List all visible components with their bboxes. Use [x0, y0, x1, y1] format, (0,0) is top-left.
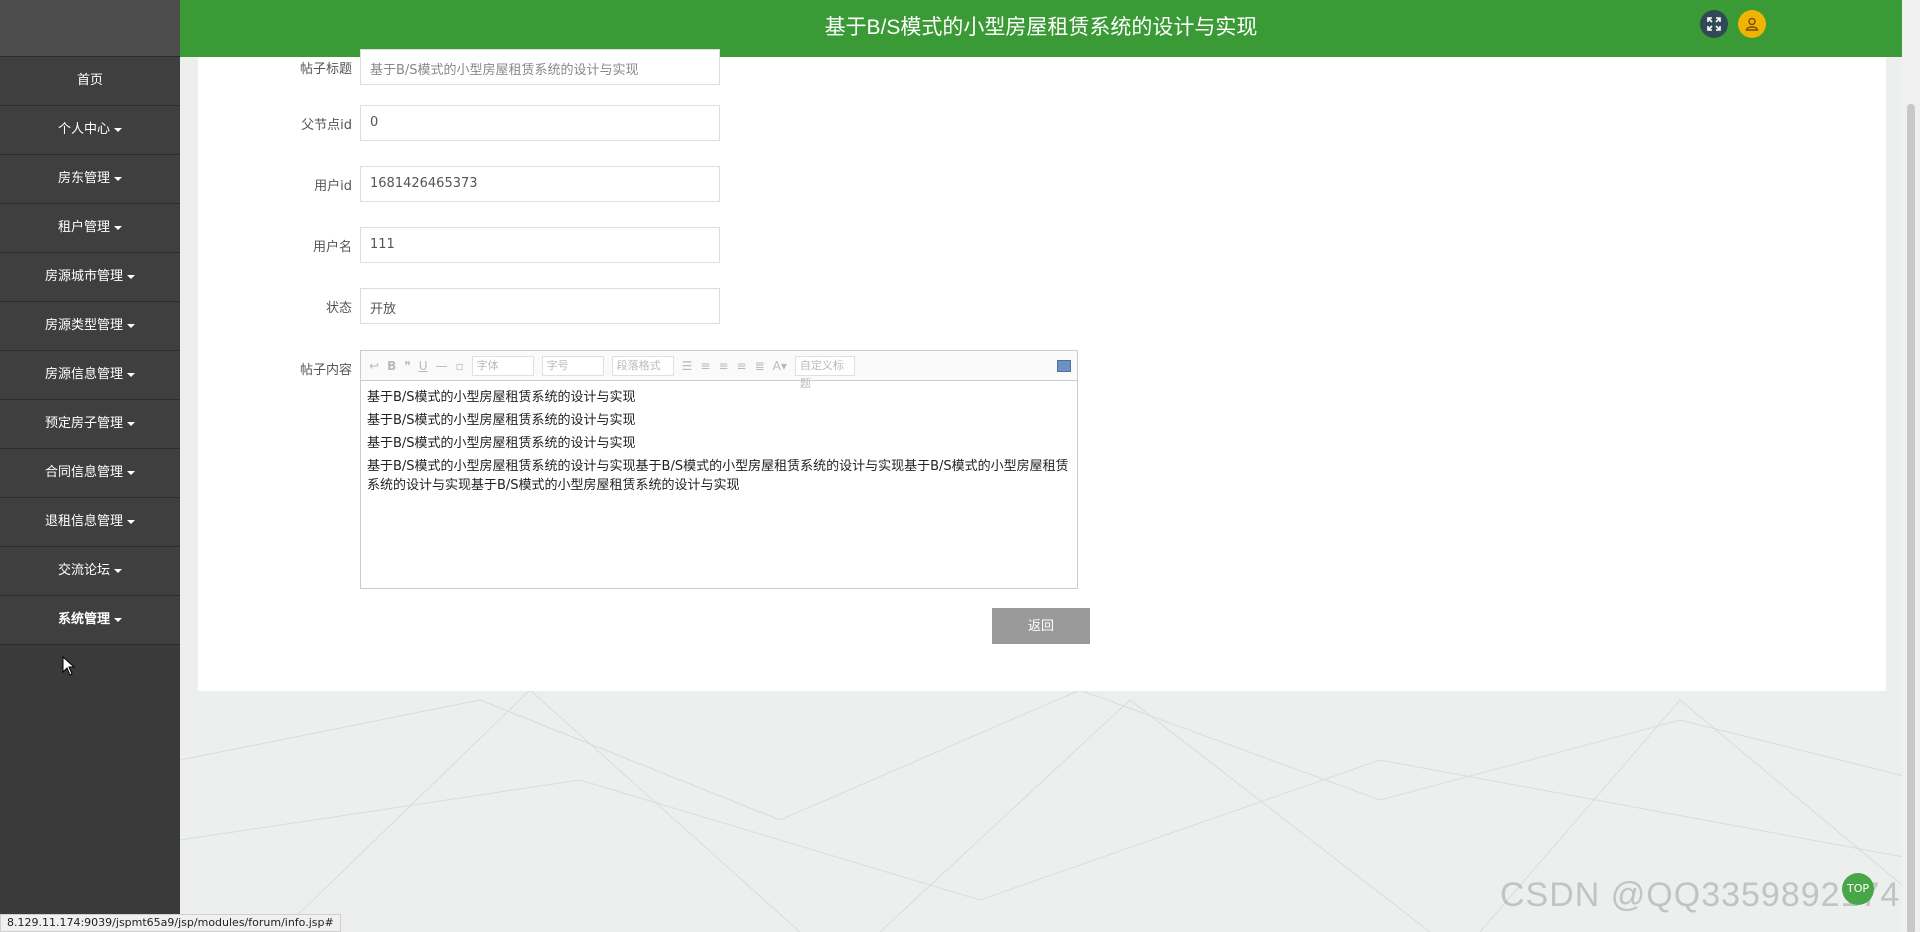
eraser-icon[interactable]: ▫: [455, 359, 463, 373]
watermark: CSDN @QQ3359892174: [1500, 876, 1901, 914]
sidebar-item-house-type[interactable]: 房源类型管理: [0, 302, 180, 351]
sidebar-item-label: 首页: [76, 73, 103, 88]
post-title-row: 帖子标题 基于B/S模式的小型房屋租赁系统的设计与实现: [198, 49, 1198, 85]
sidebar-logo-area: [0, 0, 180, 57]
horizontal-line-icon[interactable]: —: [435, 359, 447, 373]
bold-icon[interactable]: B: [387, 359, 396, 373]
username-label: 用户名: [312, 240, 352, 255]
sidebar: 首页 个人中心 房东管理 租户管理 房源城市管理 房源类型管理 房源信息管理 预…: [0, 0, 180, 932]
font-family-select[interactable]: 字体: [471, 355, 534, 376]
user-id-label: 用户id: [314, 179, 352, 194]
font-size-select[interactable]: 字号: [541, 355, 604, 376]
sidebar-item-system[interactable]: 系统管理: [0, 596, 180, 645]
source-code-icon[interactable]: ↩: [369, 359, 379, 373]
sidebar-item-label: 交流论坛: [57, 563, 110, 578]
fullscreen-editor-icon[interactable]: [1057, 359, 1071, 372]
align-right-icon[interactable]: ≡: [737, 359, 747, 373]
parent-id-field[interactable]: 0: [360, 105, 720, 141]
caret-down-icon: [127, 519, 135, 524]
user-avatar-button[interactable]: [1738, 10, 1766, 38]
username-row: 用户名 111: [198, 227, 1198, 263]
align-center-icon[interactable]: ≡: [718, 359, 728, 373]
sidebar-item-landlord[interactable]: 房东管理: [0, 155, 180, 204]
caret-down-icon: [114, 617, 122, 622]
sidebar-item-label: 个人中心: [57, 122, 110, 137]
sidebar-item-label: 房源信息管理: [44, 367, 123, 382]
parent-id-row: 父节点id 0: [198, 105, 1198, 141]
editor-toolbar: ↩ B ❞ U — ▫ 字体 字号 段落格式 ☰ ≡ ≡ ≡ ≣ A▾ 自定义标…: [361, 351, 1077, 390]
caret-down-icon: [114, 225, 122, 230]
sidebar-item-city[interactable]: 房源城市管理: [0, 253, 180, 302]
content-paragraph: 基于B/S模式的小型房屋租赁系统的设计与实现: [367, 436, 636, 451]
content-paragraph: 基于B/S模式的小型房屋租赁系统的设计与实现: [367, 413, 636, 428]
font-color-icon[interactable]: A▾: [773, 359, 787, 373]
caret-down-icon: [127, 470, 135, 475]
sidebar-item-home[interactable]: 首页: [0, 57, 180, 106]
sidebar-item-label: 退租信息管理: [44, 514, 123, 529]
sidebar-item-label: 房源城市管理: [44, 269, 123, 284]
caret-down-icon: [127, 421, 135, 426]
sidebar-item-contract[interactable]: 合同信息管理: [0, 449, 180, 498]
user-id-row: 用户id 1681426465373: [198, 166, 1198, 202]
sidebar-item-personal-center[interactable]: 个人中心: [0, 106, 180, 155]
sidebar-item-label: 预定房子管理: [44, 416, 123, 431]
scrollbar-thumb[interactable]: [1907, 104, 1915, 932]
content-paragraph: 基于B/S模式的小型房屋租赁系统的设计与实现基于B/S模式的小型房屋租赁系统的设…: [367, 459, 1069, 493]
rich-text-editor: ↩ B ❞ U — ▫ 字体 字号 段落格式 ☰ ≡ ≡ ≡ ≣ A▾ 自定义标…: [360, 350, 1078, 589]
caret-down-icon: [114, 568, 122, 573]
underline-icon[interactable]: U: [419, 359, 428, 373]
page-scrollbar[interactable]: [1902, 0, 1920, 932]
browser-status-bar: 8.129.11.174:9039/jspmt65a9/jsp/modules/…: [0, 914, 341, 932]
caret-down-icon: [114, 127, 122, 132]
user-icon: [1745, 17, 1759, 31]
back-to-top-button[interactable]: TOP: [1842, 873, 1874, 905]
parent-id-label: 父节点id: [301, 118, 352, 133]
sidebar-item-forum[interactable]: 交流论坛: [0, 547, 180, 596]
post-title-label: 帖子标题: [299, 62, 352, 77]
sidebar-item-house-info[interactable]: 房源信息管理: [0, 351, 180, 400]
sidebar-item-label: 合同信息管理: [44, 465, 123, 480]
sidebar-item-booking[interactable]: 预定房子管理: [0, 400, 180, 449]
sidebar-item-label: 房源类型管理: [44, 318, 123, 333]
align-left-icon[interactable]: ≡: [700, 359, 710, 373]
justify-icon[interactable]: ≣: [755, 359, 765, 373]
post-title-field[interactable]: 基于B/S模式的小型房屋租赁系统的设计与实现: [360, 49, 720, 85]
sidebar-item-tenant[interactable]: 租户管理: [0, 204, 180, 253]
caret-down-icon: [127, 323, 135, 328]
page-title: 基于B/S模式的小型房屋租赁系统的设计与实现: [824, 16, 1258, 39]
sidebar-item-label: 系统管理: [57, 612, 110, 627]
status-field[interactable]: 开放: [360, 288, 720, 324]
expand-arrows-icon: [1707, 17, 1721, 31]
username-field[interactable]: 111: [360, 227, 720, 263]
caret-down-icon: [127, 372, 135, 377]
status-row: 状态 开放: [198, 288, 1198, 324]
caret-down-icon: [114, 176, 122, 181]
sidebar-item-label: 房东管理: [57, 171, 110, 186]
paragraph-format-select[interactable]: 段落格式: [611, 355, 674, 376]
sidebar-item-label: 租户管理: [57, 220, 110, 235]
back-button[interactable]: 返回: [992, 608, 1090, 644]
user-id-field[interactable]: 1681426465373: [360, 166, 720, 202]
custom-title-select[interactable]: 自定义标题: [794, 355, 855, 390]
status-label: 状态: [325, 301, 352, 316]
mouse-cursor-icon: [62, 656, 76, 676]
quote-icon[interactable]: ❞: [404, 359, 410, 373]
content-paragraph: 基于B/S模式的小型房屋租赁系统的设计与实现: [367, 390, 636, 405]
list-icon[interactable]: ☰: [682, 359, 693, 373]
editor-content[interactable]: 基于B/S模式的小型房屋租赁系统的设计与实现 基于B/S模式的小型房屋租赁系统的…: [361, 381, 1077, 502]
post-content-label: 帖子内容: [299, 363, 352, 378]
caret-down-icon: [127, 274, 135, 279]
forum-post-detail-panel: 帖子标题 基于B/S模式的小型房屋租赁系统的设计与实现 父节点id 0 用户id…: [198, 49, 1886, 691]
sidebar-item-checkout[interactable]: 退租信息管理: [0, 498, 180, 547]
fullscreen-button[interactable]: [1700, 10, 1728, 38]
